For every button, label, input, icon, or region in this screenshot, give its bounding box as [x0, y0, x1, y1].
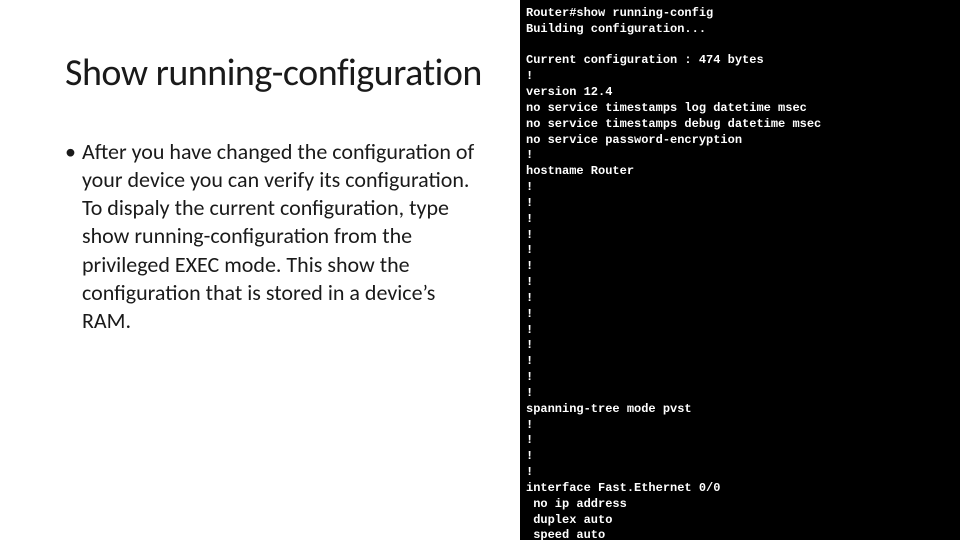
bullet-marker: • — [65, 138, 76, 335]
terminal-output: Router#show running-config Building conf… — [520, 0, 960, 540]
bullet-block: • After you have changed the configurati… — [65, 138, 485, 335]
bullet-text: After you have changed the configuration… — [82, 138, 485, 335]
slide-text-pane: Show running-configuration • After you h… — [0, 0, 520, 540]
slide-title: Show running-configuration — [65, 50, 500, 96]
